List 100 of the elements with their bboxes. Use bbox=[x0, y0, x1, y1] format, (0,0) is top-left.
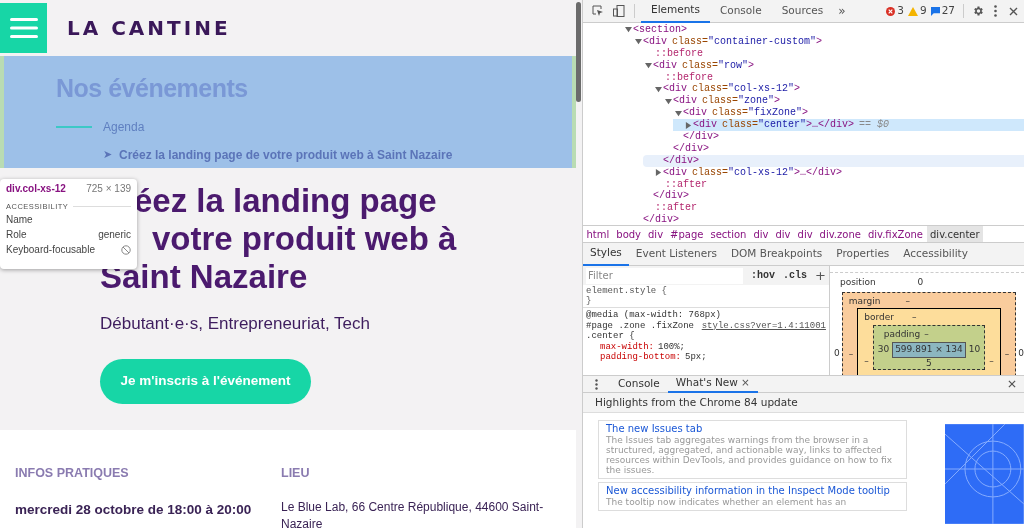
attribute-name: class= bbox=[692, 166, 729, 179]
property-label: Role bbox=[6, 228, 27, 243]
inspect-icon[interactable] bbox=[592, 5, 604, 17]
attribute-value: "col-xs-12" bbox=[728, 83, 795, 95]
closing-tag[interactable]: </div> bbox=[653, 190, 689, 203]
kebab-menu-icon[interactable] bbox=[595, 378, 598, 390]
pseudo-element[interactable]: ::before bbox=[655, 47, 703, 60]
css-property[interactable]: padding-bottom: bbox=[600, 352, 681, 363]
news-title[interactable]: New accessibility information in the Inspect Mode tooltip bbox=[606, 484, 900, 497]
panel-tab[interactable]: Event Listeners bbox=[628, 242, 724, 266]
breadcrumb-item[interactable]: div bbox=[644, 226, 667, 242]
breadcrumb-item[interactable]: div bbox=[794, 226, 817, 242]
more-tabs-button[interactable]: » bbox=[833, 2, 851, 20]
attribute-name: class= bbox=[672, 35, 709, 48]
news-title[interactable]: The new Issues tab bbox=[606, 422, 900, 435]
message-icon[interactable] bbox=[930, 6, 940, 16]
media-query: @media (max-width: 768px) bbox=[586, 310, 723, 321]
box-value: 10 bbox=[968, 343, 981, 356]
filter-field[interactable]: Filter bbox=[586, 267, 743, 284]
breadcrumb-item[interactable]: #page bbox=[666, 226, 707, 242]
breadcrumb-current: Créez la landing page de votre produit web à Saint Nazaire bbox=[119, 146, 453, 164]
pseudo-element[interactable]: ::after bbox=[655, 202, 697, 215]
dom-node[interactable]: <div class="fixZone"> bbox=[663, 107, 1024, 120]
close-icon[interactable] bbox=[1009, 6, 1018, 16]
attribute-value: "container-custom" bbox=[708, 35, 817, 48]
expanded-triangle-icon[interactable] bbox=[643, 62, 653, 70]
css-property[interactable]: max-width: bbox=[600, 341, 654, 352]
element-selector: div.col-xs-12 bbox=[6, 182, 66, 196]
attribute-name: class= bbox=[702, 95, 739, 107]
scrollbar-thumb[interactable] bbox=[576, 2, 581, 102]
pseudo-element[interactable]: ::after bbox=[665, 178, 707, 191]
close-tab-icon[interactable]: × bbox=[740, 375, 750, 391]
devtools-tab[interactable]: Console bbox=[709, 0, 772, 23]
element-size: 725 × 139 bbox=[86, 182, 131, 196]
dom-node[interactable]: <div class="col-xs-12"> bbox=[643, 83, 1024, 96]
error-icon[interactable] bbox=[886, 6, 896, 16]
panel-tab[interactable]: Properties bbox=[829, 242, 897, 266]
tag-end: > bbox=[816, 35, 823, 48]
dom-node[interactable]: <div class="container-custom"> bbox=[623, 35, 1024, 48]
box-label: padding bbox=[883, 327, 921, 341]
close-icon[interactable] bbox=[1008, 380, 1016, 388]
devtools-tab[interactable]: Elements bbox=[641, 0, 710, 23]
closing-tag[interactable]: </div> bbox=[663, 154, 699, 167]
attribute-name: class= bbox=[722, 119, 759, 132]
collapsed-triangle-icon[interactable] bbox=[683, 121, 693, 129]
issue-count[interactable]: 9 bbox=[919, 3, 927, 19]
settings-icon[interactable] bbox=[972, 5, 984, 17]
property-value: generic bbox=[98, 228, 131, 243]
dom-node[interactable]: <div class="zone"> bbox=[653, 95, 1024, 108]
breadcrumb-item[interactable]: div bbox=[772, 226, 795, 242]
device-toolbar-icon[interactable] bbox=[613, 5, 625, 17]
tag-name: <div bbox=[643, 35, 667, 48]
dom-node[interactable]: <section> bbox=[613, 24, 1024, 36]
breadcrumb-item[interactable]: div bbox=[749, 226, 772, 242]
breadcrumb-item[interactable]: html bbox=[583, 226, 613, 242]
tag-end: > bbox=[802, 107, 809, 119]
hover-state-toggle[interactable]: :hov bbox=[751, 268, 776, 283]
attribute-value: "center" bbox=[758, 119, 807, 132]
attribute-value: "col-xs-12" bbox=[728, 166, 795, 179]
css-value[interactable]: 5px; bbox=[685, 352, 707, 363]
tag-end: > bbox=[774, 95, 781, 107]
class-toggle[interactable]: .cls bbox=[783, 268, 808, 283]
panel-tab[interactable]: DOM Breakpoints bbox=[724, 242, 830, 266]
tag-name: <section bbox=[633, 23, 681, 36]
tag-end: >…</div> bbox=[806, 119, 855, 132]
site-logo[interactable]: LA CANTINE bbox=[67, 13, 231, 43]
issue-count[interactable]: 27 bbox=[941, 3, 955, 19]
dom-node[interactable]: <div class="center">…</div> == $0 bbox=[673, 119, 1024, 131]
closing-tag[interactable]: </div> bbox=[643, 214, 679, 225]
css-selector: #page .zone .fixZone bbox=[586, 320, 695, 331]
issue-count[interactable]: 3 bbox=[897, 3, 904, 19]
event-address: Le Blue Lab, 66 Centre République, 44600 Saint-Nazaire bbox=[281, 498, 545, 528]
tag-name: <div bbox=[653, 59, 677, 72]
dom-node[interactable]: <div class="col-xs-12">…</div> bbox=[643, 166, 1024, 179]
dom-node[interactable]: <div class="row"> bbox=[633, 59, 1024, 72]
css-value[interactable]: 100%; bbox=[658, 341, 686, 352]
breadcrumb-item[interactable]: section bbox=[706, 226, 750, 242]
breadcrumb-item[interactable]: div.fixZone bbox=[864, 226, 927, 242]
property-label: Name bbox=[6, 213, 33, 228]
source-link[interactable]: style.css?ver=1.4:11001 bbox=[701, 320, 826, 331]
drawer-tab[interactable]: Console bbox=[610, 375, 668, 393]
news-card[interactable]: New accessibility information in the Inspect Mode tooltip The tooltip now indicates whether an element has an bbox=[598, 482, 908, 511]
pseudo-element[interactable]: ::before bbox=[665, 71, 713, 84]
closing-tag[interactable]: </div> bbox=[673, 142, 709, 155]
closing-tag[interactable]: </div> bbox=[683, 130, 719, 143]
breadcrumb-arrow: ➤ bbox=[103, 147, 112, 163]
breadcrumb-item[interactable]: div.center bbox=[926, 226, 984, 242]
box-value: – bbox=[1004, 348, 1010, 361]
collapsed-triangle-icon[interactable] bbox=[653, 169, 663, 177]
content-box: 599.891 × 134 bbox=[892, 342, 966, 358]
tag-end: > bbox=[794, 83, 801, 96]
devtools-tab[interactable]: Sources bbox=[771, 0, 834, 23]
new-rule-button[interactable]: + bbox=[815, 269, 826, 282]
panel-tab[interactable]: Accessibility bbox=[896, 242, 975, 266]
kebab-menu-icon[interactable] bbox=[994, 5, 997, 17]
tag-end: > bbox=[748, 59, 755, 72]
breadcrumb-item[interactable]: body bbox=[612, 226, 645, 242]
breadcrumb-item[interactable]: div.zone bbox=[816, 226, 865, 242]
tag-name: <div bbox=[683, 107, 707, 119]
property-label: Keyboard-focusable bbox=[6, 243, 95, 258]
